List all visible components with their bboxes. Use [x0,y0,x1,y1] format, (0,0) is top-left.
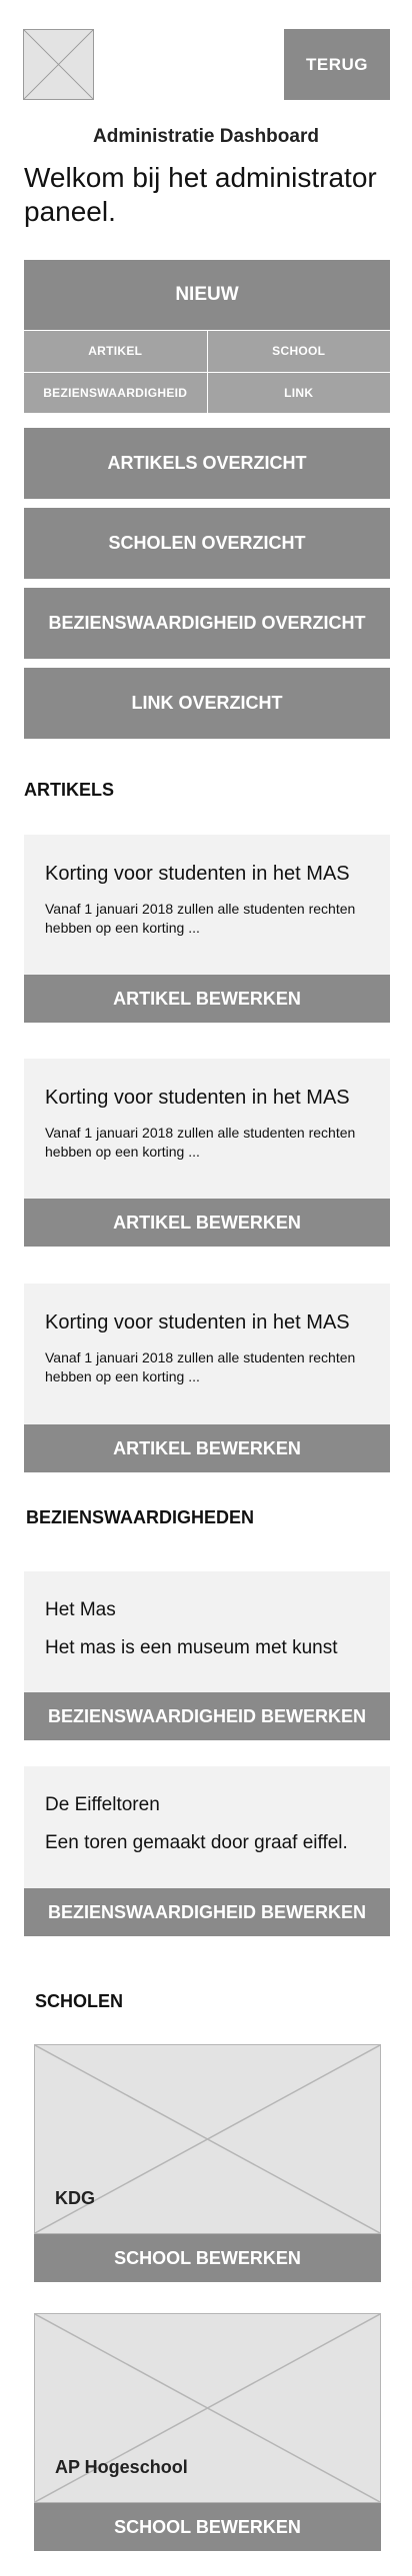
edit-article-button[interactable]: ARTIKEL BEWERKEN [24,975,390,1023]
welcome-text: Welkom bij het administrator paneel. [24,162,377,227]
article-card: Korting voor studenten in het MAS Vanaf … [24,1284,390,1424]
new-article-button[interactable]: ARTIKEL [24,331,207,372]
new-menu-options: ARTIKEL SCHOOL BEZIENSWAARDIGHEID LINK [24,331,390,413]
new-sight-button[interactable]: BEZIENSWAARDIGHEID [24,372,207,413]
edit-sight-button[interactable]: BEZIENSWAARDIGHEID BEWERKEN [24,1888,390,1936]
sights-overview-button[interactable]: BEZIENSWAARDIGHEID OVERZICHT [24,588,390,659]
edit-article-button[interactable]: ARTIKEL BEWERKEN [24,1199,390,1247]
page-title: Administratie Dashboard [93,126,319,147]
sights-heading: BEZIENSWAARDIGHEDEN [26,1507,255,1527]
new-school-button[interactable]: SCHOOL [207,331,390,372]
schools-overview-button[interactable]: SCHOLEN OVERZICHT [24,508,390,579]
logo-placeholder-icon [23,29,94,100]
sight-card: De Eiffeltoren Een toren gemaakt door gr… [24,1766,390,1888]
sight-title: Het Mas [45,1599,116,1620]
sight-card: Het Mas Het mas is een museum met kunst [24,1571,390,1692]
schools-heading: SCHOLEN [35,1991,124,2011]
edit-sight-button[interactable]: BEZIENSWAARDIGHEID BEWERKEN [24,1692,390,1740]
sight-description: Het mas is een museum met kunst [45,1637,338,1658]
school-image-placeholder-icon: KDG [34,2044,381,2234]
school-image-placeholder-icon: AP Hogeschool [34,2313,381,2503]
edit-article-button[interactable]: ARTIKEL BEWERKEN [24,1424,390,1472]
sight-description: Een toren gemaakt door graaf eiffel. [45,1832,348,1853]
article-excerpt: Vanaf 1 januari 2018 zullen alle student… [45,1125,356,1160]
article-title: Korting voor studenten in het MAS [45,1087,350,1109]
edit-school-button[interactable]: SCHOOL BEWERKEN [34,2503,381,2551]
new-menu-button[interactable]: NIEUW [24,260,390,330]
article-title: Korting voor studenten in het MAS [45,1311,350,1333]
back-button[interactable]: TERUG [284,29,390,100]
article-excerpt: Vanaf 1 januari 2018 zullen alle student… [45,1349,356,1384]
articles-heading: ARTIKELS [24,780,114,800]
articles-overview-button[interactable]: ARTIKELS OVERZICHT [24,428,390,499]
links-overview-button[interactable]: LINK OVERZICHT [24,668,390,739]
article-card: Korting voor studenten in het MAS Vanaf … [24,1059,390,1199]
article-card: Korting voor studenten in het MAS Vanaf … [24,835,390,975]
article-title: Korting voor studenten in het MAS [45,863,350,885]
school-name: AP Hogeschool [55,2457,188,2477]
sight-title: De Eiffeltoren [45,1794,160,1815]
new-link-button[interactable]: LINK [207,372,390,413]
edit-school-button[interactable]: SCHOOL BEWERKEN [34,2234,381,2282]
school-name: KDG [55,2188,95,2208]
article-excerpt: Vanaf 1 januari 2018 zullen alle student… [45,901,356,936]
